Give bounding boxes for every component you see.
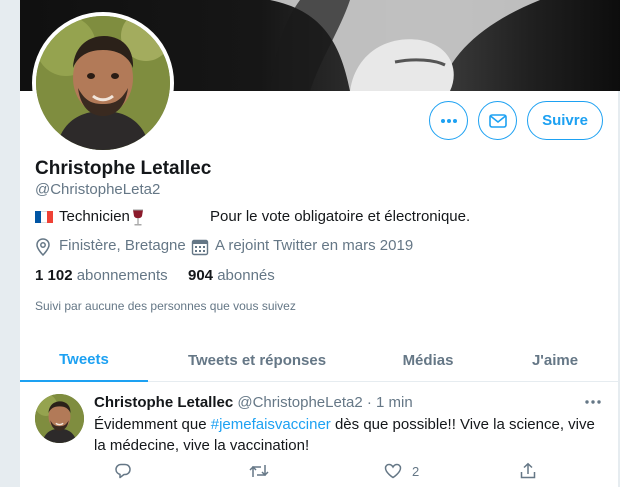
tweet-text-before: Évidemment que xyxy=(94,416,211,433)
tab-tweets-and-replies[interactable]: Tweets et réponses xyxy=(168,339,346,382)
like-button[interactable]: 2 xyxy=(384,462,419,480)
profile-handle: @ChristopheLeta2 xyxy=(35,181,161,198)
france-flag-icon xyxy=(35,211,53,223)
following-link[interactable]: 1 102 abonnements xyxy=(35,267,168,284)
retweet-button[interactable] xyxy=(249,462,279,480)
tweet-author-name[interactable]: Christophe Letallec xyxy=(94,394,233,411)
more-horizontal-icon xyxy=(585,400,601,404)
tweet[interactable]: Christophe Letallec @ChristopheLeta2 · 1… xyxy=(20,382,620,487)
location-icon xyxy=(36,238,50,256)
followers-link[interactable]: 904 abonnés xyxy=(188,267,275,284)
calendar-icon xyxy=(191,239,209,256)
profile-joined: A rejoint Twitter en mars 2019 xyxy=(215,237,414,254)
followers-label: abonnés xyxy=(217,267,275,284)
wine-glass-icon xyxy=(133,209,143,226)
tab-media[interactable]: Médias xyxy=(378,339,478,382)
reply-button[interactable] xyxy=(114,462,142,480)
tweet-time[interactable]: 1 min xyxy=(376,394,413,411)
tweet-more-button[interactable] xyxy=(584,394,602,412)
tweet-actions: 2 xyxy=(94,462,606,482)
tweet-avatar[interactable] xyxy=(35,394,84,443)
more-button[interactable] xyxy=(429,101,468,140)
profile-location: Finistère, Bretagne xyxy=(59,237,186,254)
like-count: 2 xyxy=(412,463,420,479)
profile-meta: Finistère, Bretagne A rejoint Twitter en… xyxy=(35,237,605,257)
tweet-separator: · xyxy=(366,394,372,411)
profile-tabs: Tweets Tweets et réponses Médias J'aime xyxy=(20,339,620,382)
share-icon xyxy=(520,462,536,479)
tab-tweets[interactable]: Tweets xyxy=(20,339,148,382)
reply-icon xyxy=(115,463,131,479)
following-count: 1 102 xyxy=(35,267,73,284)
share-button[interactable] xyxy=(519,462,537,480)
more-horizontal-icon xyxy=(440,118,457,123)
mail-icon xyxy=(488,113,507,128)
following-label: abonnements xyxy=(76,267,168,284)
tab-likes[interactable]: J'aime xyxy=(510,339,600,382)
tweet-header: Christophe Letallec @ChristopheLeta2 · 1… xyxy=(94,394,413,411)
heart-icon xyxy=(384,463,402,479)
retweet-icon xyxy=(249,465,269,477)
bio-text: Pour le vote obligatoire et électronique… xyxy=(210,208,471,225)
tweet-hashtag[interactable]: #jemefaisvacciner xyxy=(211,416,331,433)
profile-avatar[interactable] xyxy=(32,12,174,154)
tweet-author-handle[interactable]: @ChristopheLeta2 xyxy=(237,394,362,411)
follow-button[interactable]: Suivre xyxy=(527,101,603,140)
bio-job: Technicien xyxy=(59,208,130,225)
tweet-text: Évidemment que #jemefaisvacciner dès que… xyxy=(94,414,606,456)
profile-stats: 1 102 abonnements 904 abonnés xyxy=(35,267,605,287)
profile-bio: Technicien Pour le vote obligatoire et é… xyxy=(35,208,605,228)
followers-count: 904 xyxy=(188,267,214,284)
profile-name: Christophe Letallec xyxy=(35,158,212,179)
profile-card: Suivre Christophe Letallec @ChristopheLe… xyxy=(19,0,620,487)
followed-by-text: Suivi par aucune des personnes que vous … xyxy=(35,299,296,313)
message-button[interactable] xyxy=(478,101,517,140)
